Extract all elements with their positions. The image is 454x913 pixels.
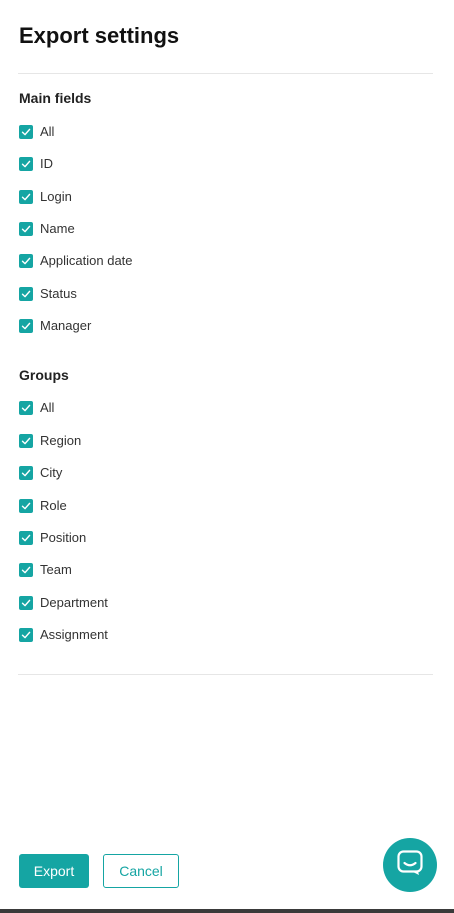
group-region-checkbox[interactable]: Region [19, 432, 81, 450]
option-label: Manager [40, 318, 92, 333]
chat-icon [397, 849, 423, 881]
checkbox-checked-icon [19, 596, 33, 610]
export-button[interactable]: Export [19, 854, 89, 888]
main-field-status-checkbox[interactable]: Status [19, 285, 77, 303]
checkbox-checked-icon [19, 531, 33, 545]
group-all-checkbox[interactable]: All [19, 399, 54, 417]
main-fields-heading: Main fields [19, 90, 92, 106]
main-field-login-checkbox[interactable]: Login [19, 188, 72, 206]
top-divider [18, 73, 433, 74]
window-bottom-edge [0, 909, 454, 913]
option-label: Position [40, 530, 87, 545]
option-label: Team [40, 562, 72, 577]
option-label: All [40, 124, 55, 139]
group-position-checkbox[interactable]: Position [19, 529, 86, 547]
checkbox-checked-icon [19, 287, 33, 301]
option-label: Assignment [40, 627, 108, 642]
checkbox-checked-icon [19, 254, 33, 268]
group-assignment-checkbox[interactable]: Assignment [19, 626, 108, 644]
option-label: All [40, 400, 55, 415]
checkbox-checked-icon [19, 190, 33, 204]
group-role-checkbox[interactable]: Role [19, 497, 67, 515]
main-field-all-checkbox[interactable]: All [19, 123, 54, 141]
main-field-manager-checkbox[interactable]: Manager [19, 317, 91, 335]
checkbox-checked-icon [19, 222, 33, 236]
option-label: Login [40, 189, 72, 204]
bottom-divider [18, 674, 433, 675]
checkbox-checked-icon [19, 628, 33, 642]
option-label: Department [40, 595, 108, 610]
checkbox-checked-icon [19, 434, 33, 448]
group-city-checkbox[interactable]: City [19, 464, 62, 482]
chat-widget-button[interactable] [383, 838, 437, 892]
main-field-name-checkbox[interactable]: Name [19, 220, 75, 238]
option-label: Role [40, 498, 67, 513]
checkbox-checked-icon [19, 125, 33, 139]
group-department-checkbox[interactable]: Department [19, 594, 108, 612]
option-label: Application date [40, 253, 133, 268]
group-team-checkbox[interactable]: Team [19, 561, 72, 579]
option-label: Name [40, 221, 75, 236]
option-label: City [40, 465, 63, 480]
main-field-application-date-checkbox[interactable]: Application date [19, 252, 133, 270]
checkbox-checked-icon [19, 319, 33, 333]
checkbox-checked-icon [19, 157, 33, 171]
option-label: ID [40, 156, 53, 171]
groups-heading: Groups [19, 367, 69, 383]
checkbox-checked-icon [19, 563, 33, 577]
main-field-id-checkbox[interactable]: ID [19, 155, 53, 173]
checkbox-checked-icon [19, 466, 33, 480]
checkbox-checked-icon [19, 401, 33, 415]
checkbox-checked-icon [19, 499, 33, 513]
option-label: Region [40, 433, 82, 448]
page-title: Export settings [19, 23, 180, 48]
option-label: Status [40, 286, 77, 301]
cancel-button[interactable]: Cancel [103, 854, 179, 888]
